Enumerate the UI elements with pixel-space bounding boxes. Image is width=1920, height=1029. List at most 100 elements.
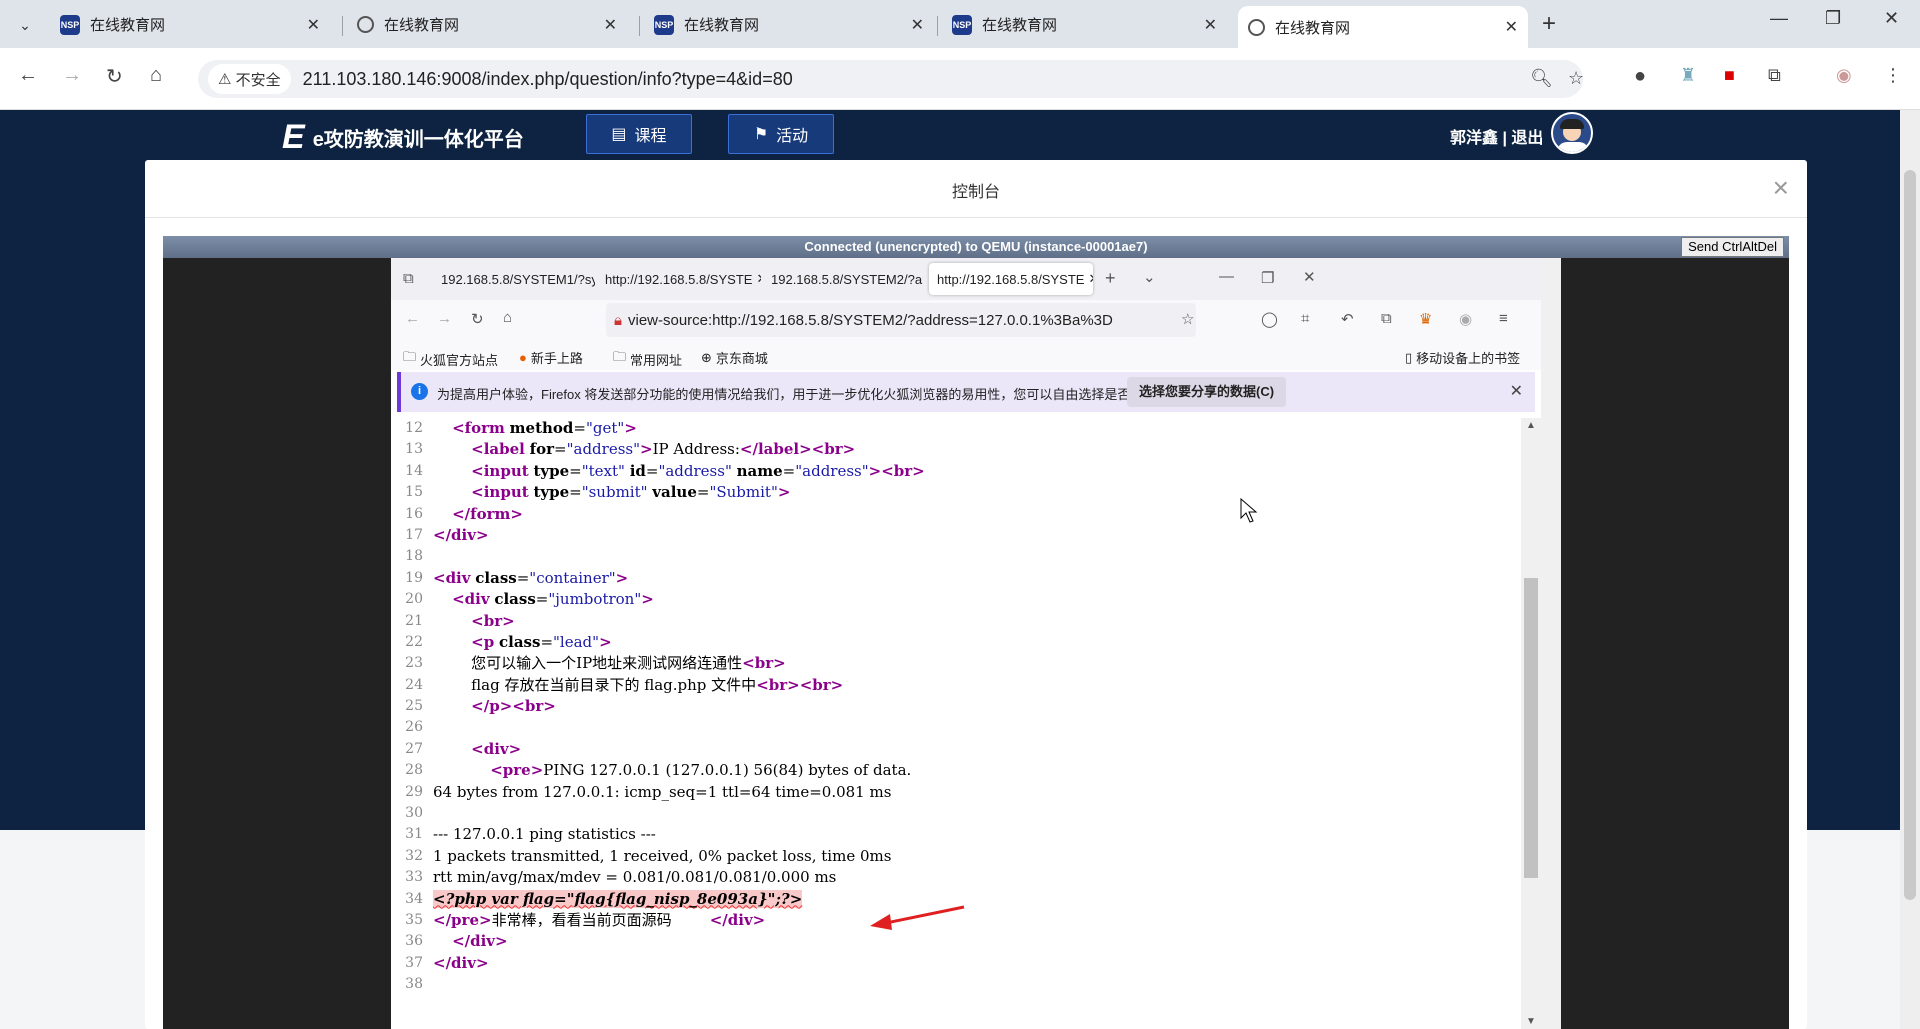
mouse-cursor-icon xyxy=(1240,498,1258,523)
vnc-screen[interactable]: ⧉ 192.168.5.8/SYSTEM1/?sy✕ http://192.16… xyxy=(163,258,1789,1029)
chrome-menu-icon[interactable]: ⋮ xyxy=(1884,65,1902,86)
addon-icon[interactable]: ♛ xyxy=(1419,310,1432,328)
source-code: </div> xyxy=(452,932,508,951)
close-tab-icon[interactable]: ✕ xyxy=(911,15,924,35)
undo-icon[interactable]: ↶ xyxy=(1341,310,1354,328)
scroll-thumb[interactable] xyxy=(1524,578,1538,878)
site-logo[interactable]: E e攻防教演训一体化平台 xyxy=(282,118,524,157)
new-tab-icon[interactable]: + xyxy=(1105,268,1116,289)
vnc-scrollbar[interactable] xyxy=(1541,258,1561,1029)
modal-title: 控制台 xyxy=(951,184,1000,201)
bookmark-item[interactable]: 🗀 常用网址 xyxy=(613,348,682,370)
restore-icon[interactable]: ❐ xyxy=(1261,269,1274,287)
extension-icon[interactable]: ♜ xyxy=(1680,65,1696,86)
firefox-tab[interactable]: 192.168.5.8/SYSTEM1/?sy✕ xyxy=(433,263,595,295)
menu-icon[interactable]: ≡ xyxy=(1499,310,1508,327)
line-number: 18 xyxy=(405,548,423,565)
page-scrollbar[interactable] xyxy=(1900,110,1920,1029)
user-menu[interactable]: 郭洋鑫 | 退出 xyxy=(1450,124,1543,148)
screenshot-icon[interactable]: ⌗ xyxy=(1301,310,1309,327)
browser-tab[interactable]: 在线教育网 ✕ xyxy=(347,7,627,42)
url-text: 211.103.180.146:9008/index.php/question/… xyxy=(302,68,793,89)
line-number: 12 xyxy=(405,420,423,436)
modal-header: 控制台 × xyxy=(145,160,1807,218)
browser-tab[interactable]: NSP 在线教育网 ✕ xyxy=(942,7,1227,42)
extensions-icon[interactable]: ⧉ xyxy=(1381,310,1392,327)
restore-button[interactable]: ❐ xyxy=(1825,8,1841,29)
security-chip[interactable]: ⚠ 不安全 xyxy=(208,64,291,94)
bookmark-item[interactable]: ⊕ 京东商城 xyxy=(701,348,768,367)
firefox-tab-active[interactable]: http://192.168.5.8/SYSTE✕ xyxy=(929,263,1093,295)
annotation-arrow-icon xyxy=(870,905,965,930)
close-tab-icon[interactable]: ✕ xyxy=(1505,17,1518,37)
browser-tab[interactable]: NSP 在线教育网 ✕ xyxy=(644,7,934,42)
source-line: 20 <div class="jumbotron"> xyxy=(391,589,1521,610)
home-icon[interactable]: ⌂ xyxy=(150,64,162,87)
close-tab-icon[interactable]: ✕ xyxy=(1088,271,1093,287)
console-modal: 控制台 × Connected (unencrypted) to QEMU (i… xyxy=(145,160,1807,1029)
firefox-url-bar[interactable]: 🔒︎ view-source:http://192.168.5.8/SYSTEM… xyxy=(606,303,1196,337)
source-code: --- 127.0.0.1 ping statistics --- xyxy=(433,825,656,844)
forward-icon[interactable]: → xyxy=(62,64,82,87)
bookmark-item[interactable]: 🗀 火狐官方站点 xyxy=(403,348,498,370)
nsp-logo-icon: NSP xyxy=(654,14,674,35)
back-icon[interactable]: ← xyxy=(18,64,38,87)
china-flag-icon[interactable]: ■ xyxy=(1724,65,1735,86)
minimize-button[interactable]: — xyxy=(1770,8,1788,29)
source-line: 32 1 packets transmitted, 1 received, 0% … xyxy=(391,846,1521,867)
source-code: flag 存放在当前目录下的 flag.php 文件中<br><br> xyxy=(433,675,844,694)
line-number: 30 xyxy=(405,805,423,822)
tab-search-button[interactable]: ⌄ xyxy=(8,10,42,40)
close-tab-icon[interactable]: ✕ xyxy=(307,15,320,35)
close-icon[interactable]: ✕ xyxy=(1303,268,1316,286)
forward-icon[interactable]: → xyxy=(437,310,452,327)
nav-activities-button[interactable]: ⚑ 活动 xyxy=(728,114,834,154)
firefox-tab[interactable]: http://192.168.5.8/SYSTE✕ xyxy=(597,263,761,295)
line-number: 37 xyxy=(405,954,423,971)
source-code: 64 bytes from 127.0.0.1: icmp_seq=1 ttl=… xyxy=(433,782,892,801)
addon-disabled-icon[interactable]: ◉ xyxy=(1459,310,1472,328)
zoom-icon[interactable]: 🔍︎ xyxy=(1530,68,1553,89)
nsp-logo-icon: NSP xyxy=(952,14,972,35)
bookmark-item[interactable]: ● 新手上路 xyxy=(519,348,583,367)
nav-courses-button[interactable]: ▤ 课程 xyxy=(586,114,692,154)
close-icon[interactable]: ✕ xyxy=(1510,381,1523,401)
reload-icon[interactable]: ↻ xyxy=(106,64,123,89)
line-number: 27 xyxy=(405,740,423,757)
firefox-tab[interactable]: 192.168.5.8/SYSTEM2/?a✕ xyxy=(763,263,927,295)
reload-icon[interactable]: ↻ xyxy=(471,310,484,328)
profile-avatar-icon[interactable]: ◉ xyxy=(1836,65,1852,86)
account-icon[interactable]: ◯ xyxy=(1261,310,1278,328)
scroll-up-icon[interactable]: ▲ xyxy=(1526,420,1536,431)
browser-tab-active[interactable]: 在线教育网 ✕ xyxy=(1238,6,1528,48)
tab-overview-icon[interactable]: ⧉ xyxy=(403,270,414,287)
close-tab-icon[interactable]: ✕ xyxy=(604,15,617,35)
send-ctrlaltdel-button[interactable]: Send CtrlAltDel xyxy=(1681,237,1784,257)
close-icon[interactable]: × xyxy=(1773,172,1789,204)
view-source-content[interactable]: 12 <form method="get"> 13 <label for="add… xyxy=(391,418,1521,1029)
bookmark-star-icon[interactable]: ☆ xyxy=(1568,68,1584,89)
book-icon: ▤ xyxy=(611,126,627,143)
bookmark-star-icon[interactable]: ☆ xyxy=(1181,310,1194,328)
minimize-icon[interactable]: — xyxy=(1219,268,1234,285)
new-tab-button[interactable]: + xyxy=(1542,10,1556,38)
address-bar[interactable]: ⚠ 不安全 211.103.180.146:9008/index.php/que… xyxy=(198,60,1584,98)
back-icon[interactable]: ← xyxy=(405,310,420,327)
list-tabs-icon[interactable]: ⌄ xyxy=(1143,268,1156,286)
scroll-down-icon[interactable]: ▼ xyxy=(1526,1016,1536,1027)
home-icon[interactable]: ⌂ xyxy=(503,309,512,326)
extension-circle-icon[interactable]: ● xyxy=(1634,65,1646,88)
extensions-puzzle-icon[interactable]: ⧉ xyxy=(1768,65,1781,86)
close-tab-icon[interactable]: ✕ xyxy=(926,271,927,287)
source-scrollbar[interactable]: ▲ ▼ xyxy=(1521,418,1541,1029)
mobile-bookmarks[interactable]: ▯ 移动设备上的书签 xyxy=(1405,348,1520,367)
close-window-button[interactable]: ✕ xyxy=(1884,8,1899,29)
close-tab-icon[interactable]: ✕ xyxy=(756,271,761,287)
close-tab-icon[interactable]: ✕ xyxy=(1204,15,1217,35)
avatar[interactable] xyxy=(1551,112,1593,154)
globe-icon xyxy=(1248,18,1265,36)
choose-data-button[interactable]: 选择您要分享的数据(C) xyxy=(1127,377,1287,407)
page-scroll-thumb[interactable] xyxy=(1904,170,1916,900)
browser-tab[interactable]: NSP 在线教育网 ✕ xyxy=(50,7,330,42)
brand-title: e攻防教演训一体化平台 xyxy=(312,129,524,151)
